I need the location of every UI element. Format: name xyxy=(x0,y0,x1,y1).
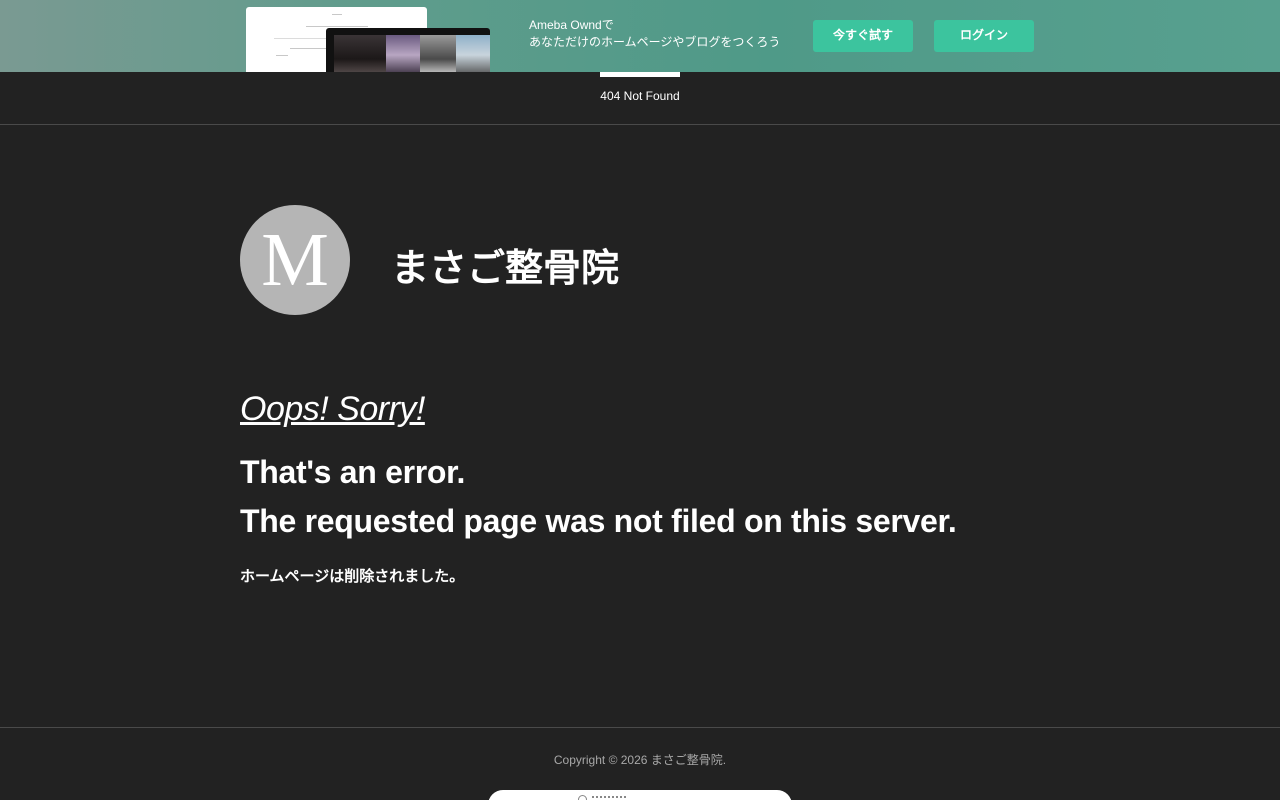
site-preview-dark-image xyxy=(326,28,490,72)
banner-text: Ameba Owndで あなただけのホームページやブログをつくろう xyxy=(529,17,780,51)
login-button[interactable]: ログイン xyxy=(934,20,1034,52)
oops-link[interactable]: Oops! Sorry! xyxy=(240,390,425,429)
site-title[interactable]: まさご整骨院 xyxy=(391,237,619,292)
site-logo[interactable]: M xyxy=(240,205,350,315)
breadcrumb: 404 Not Found xyxy=(600,89,680,103)
header-tab-indicator xyxy=(600,72,680,77)
banner-line-2: あなただけのホームページやブログをつくろう xyxy=(529,35,781,49)
logo-letter: M xyxy=(261,218,329,302)
footer-ownd-badge[interactable] xyxy=(488,790,792,800)
error-heading-line-2: The requested page was not filed on this… xyxy=(240,503,957,539)
badge-text-placeholder xyxy=(592,796,626,800)
error-heading-line-1: That's an error. xyxy=(240,454,466,490)
try-now-button[interactable]: 今すぐ試す xyxy=(813,20,913,52)
ownd-logo-icon xyxy=(578,795,587,800)
banner-line-1: Ameba Owndで xyxy=(529,18,614,32)
footer-divider xyxy=(0,727,1280,728)
promo-banner: Ameba Owndで あなただけのホームページやブログをつくろう 今すぐ試す … xyxy=(0,0,1280,72)
copyright-text: Copyright © 2026 まさご整骨院. xyxy=(553,753,727,767)
deleted-notice: ホームページは削除されました。 xyxy=(240,568,465,585)
header-divider xyxy=(0,124,1280,125)
